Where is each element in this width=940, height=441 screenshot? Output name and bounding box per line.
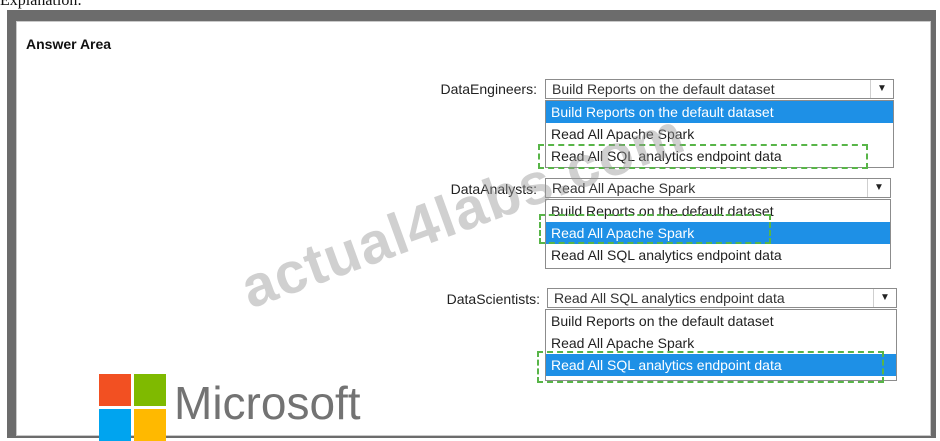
option-item[interactable]: Read All SQL analytics endpoint data (546, 354, 896, 376)
dropdown-selected-value: Build Reports on the default dataset (552, 81, 775, 97)
chevron-down-icon[interactable]: ▼ (870, 80, 893, 98)
datascientists-dropdown[interactable]: Read All SQL analytics endpoint data ▼ (547, 288, 897, 308)
option-item[interactable]: Build Reports on the default dataset (546, 200, 890, 222)
option-item[interactable]: Read All Apache Spark (546, 222, 890, 244)
caption-text: Explanation: (0, 0, 82, 9)
datascientists-listbox: Build Reports on the default dataset Rea… (545, 309, 897, 381)
option-item[interactable]: Read All SQL analytics endpoint data (546, 244, 890, 266)
logo-tile-yellow (134, 409, 166, 441)
microsoft-logo (99, 374, 169, 441)
row-label-dataengineers: DataEngineers: (440, 81, 537, 97)
dataengineers-dropdown[interactable]: Build Reports on the default dataset ▼ (545, 79, 894, 99)
logo-tile-blue (99, 409, 131, 441)
chevron-down-icon[interactable]: ▼ (873, 289, 896, 307)
answer-area-title: Answer Area (26, 36, 112, 52)
option-item[interactable]: Read All Apache Spark (546, 332, 896, 354)
dataanalysts-listbox: Build Reports on the default dataset Rea… (545, 199, 891, 269)
dropdown-selected-value: Read All SQL analytics endpoint data (554, 290, 785, 306)
chevron-down-icon[interactable]: ▼ (867, 179, 890, 197)
logo-tile-red (99, 374, 131, 406)
option-item[interactable]: Build Reports on the default dataset (546, 310, 896, 332)
logo-tile-green (134, 374, 166, 406)
row-label-datascientists: DataScientists: (446, 291, 540, 307)
microsoft-wordmark: Microsoft (174, 377, 361, 429)
option-item[interactable]: Build Reports on the default dataset (546, 101, 893, 123)
